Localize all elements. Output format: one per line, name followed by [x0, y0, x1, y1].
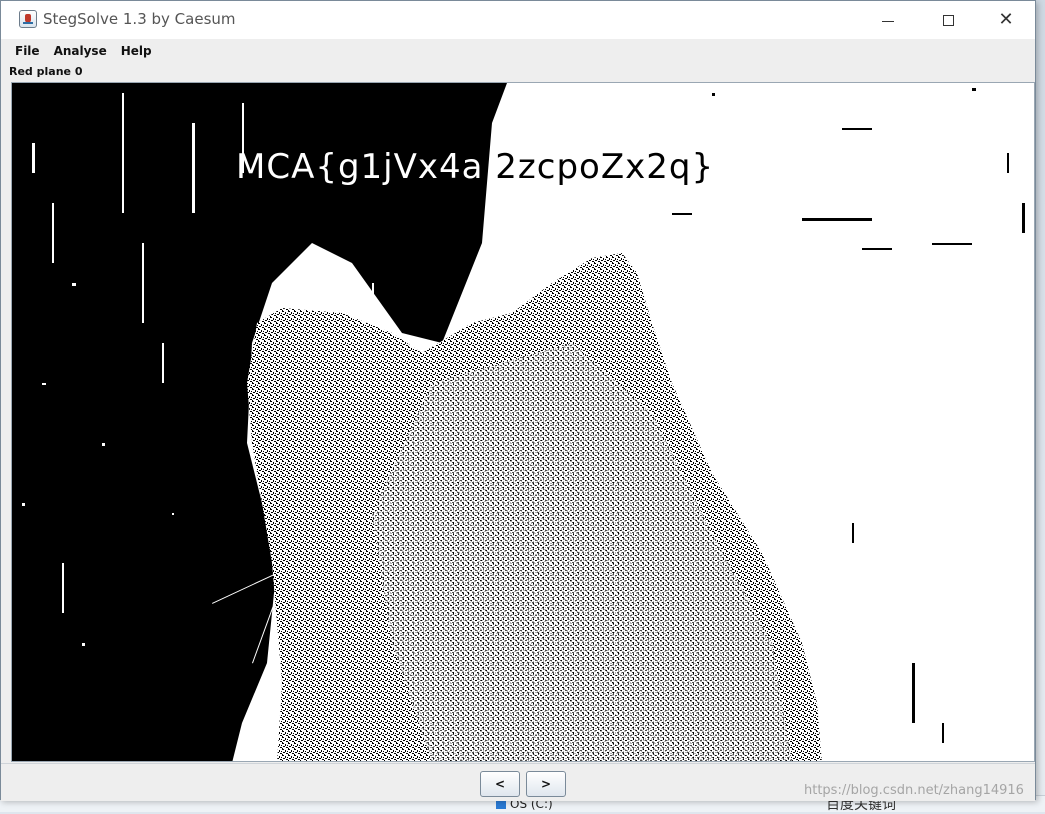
menu-help[interactable]: Help	[115, 44, 158, 58]
hidden-flag-text: MCA{g1jVx4a 2zcpoZx2q}	[236, 147, 714, 187]
menu-bar: File Analyse Help	[1, 39, 1035, 61]
next-plane-button[interactable]: >	[526, 771, 566, 797]
minimize-button[interactable]	[859, 1, 917, 39]
maximize-icon	[942, 14, 954, 26]
stegsolve-window: StegSolve 1.3 by Caesum ✕ File Analyse H…	[0, 0, 1036, 801]
menu-analyse[interactable]: Analyse	[48, 44, 113, 58]
java-app-icon	[19, 10, 37, 28]
plane-label: Red plane 0	[9, 65, 83, 78]
close-button[interactable]: ✕	[977, 1, 1035, 39]
watermark-text: https://blog.csdn.net/zhang14916	[804, 783, 1024, 798]
previous-plane-button[interactable]: <	[480, 771, 520, 797]
flag-text-black: 2zcpoZx2q}	[495, 147, 715, 187]
close-icon: ✕	[998, 9, 1014, 30]
maximize-button[interactable]	[919, 1, 977, 39]
window-title: StegSolve 1.3 by Caesum	[43, 10, 236, 28]
minimize-icon	[882, 20, 894, 22]
menu-file[interactable]: File	[9, 44, 46, 58]
title-bar[interactable]: StegSolve 1.3 by Caesum ✕	[1, 1, 1035, 39]
flag-text-white: MCA{g1jVx4a	[236, 147, 484, 187]
image-view[interactable]: MCA{g1jVx4a 2zcpoZx2q}	[11, 82, 1035, 762]
